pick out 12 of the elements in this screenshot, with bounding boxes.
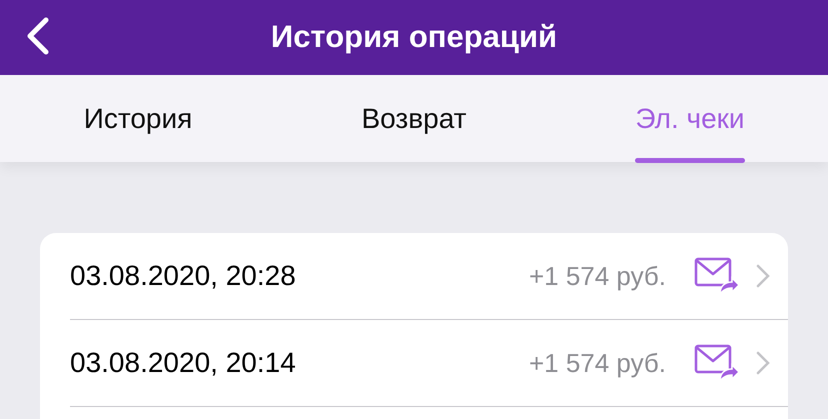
chevron-right-icon — [756, 351, 770, 375]
receipt-datetime: 03.08.2020, 20:14 — [70, 346, 296, 380]
chevron-right-icon — [756, 264, 770, 288]
receipt-datetime: 03.08.2020, 20:28 — [70, 259, 296, 293]
receipt-row[interactable]: 03.08.2020, 20:14 +1 574 руб. — [70, 320, 788, 407]
tab[interactable]: Эл. чеки — [552, 75, 828, 162]
receipt-amount: +1 574 руб. — [528, 260, 666, 292]
tab[interactable]: История — [0, 75, 276, 162]
receipt-amount: +1 574 руб. — [528, 346, 666, 380]
receipt-row[interactable]: 03.08.2020, 20:28 +1 574 руб. — [70, 233, 788, 320]
tab[interactable]: Возврат — [276, 75, 552, 162]
screen-title: История операций — [270, 18, 558, 56]
